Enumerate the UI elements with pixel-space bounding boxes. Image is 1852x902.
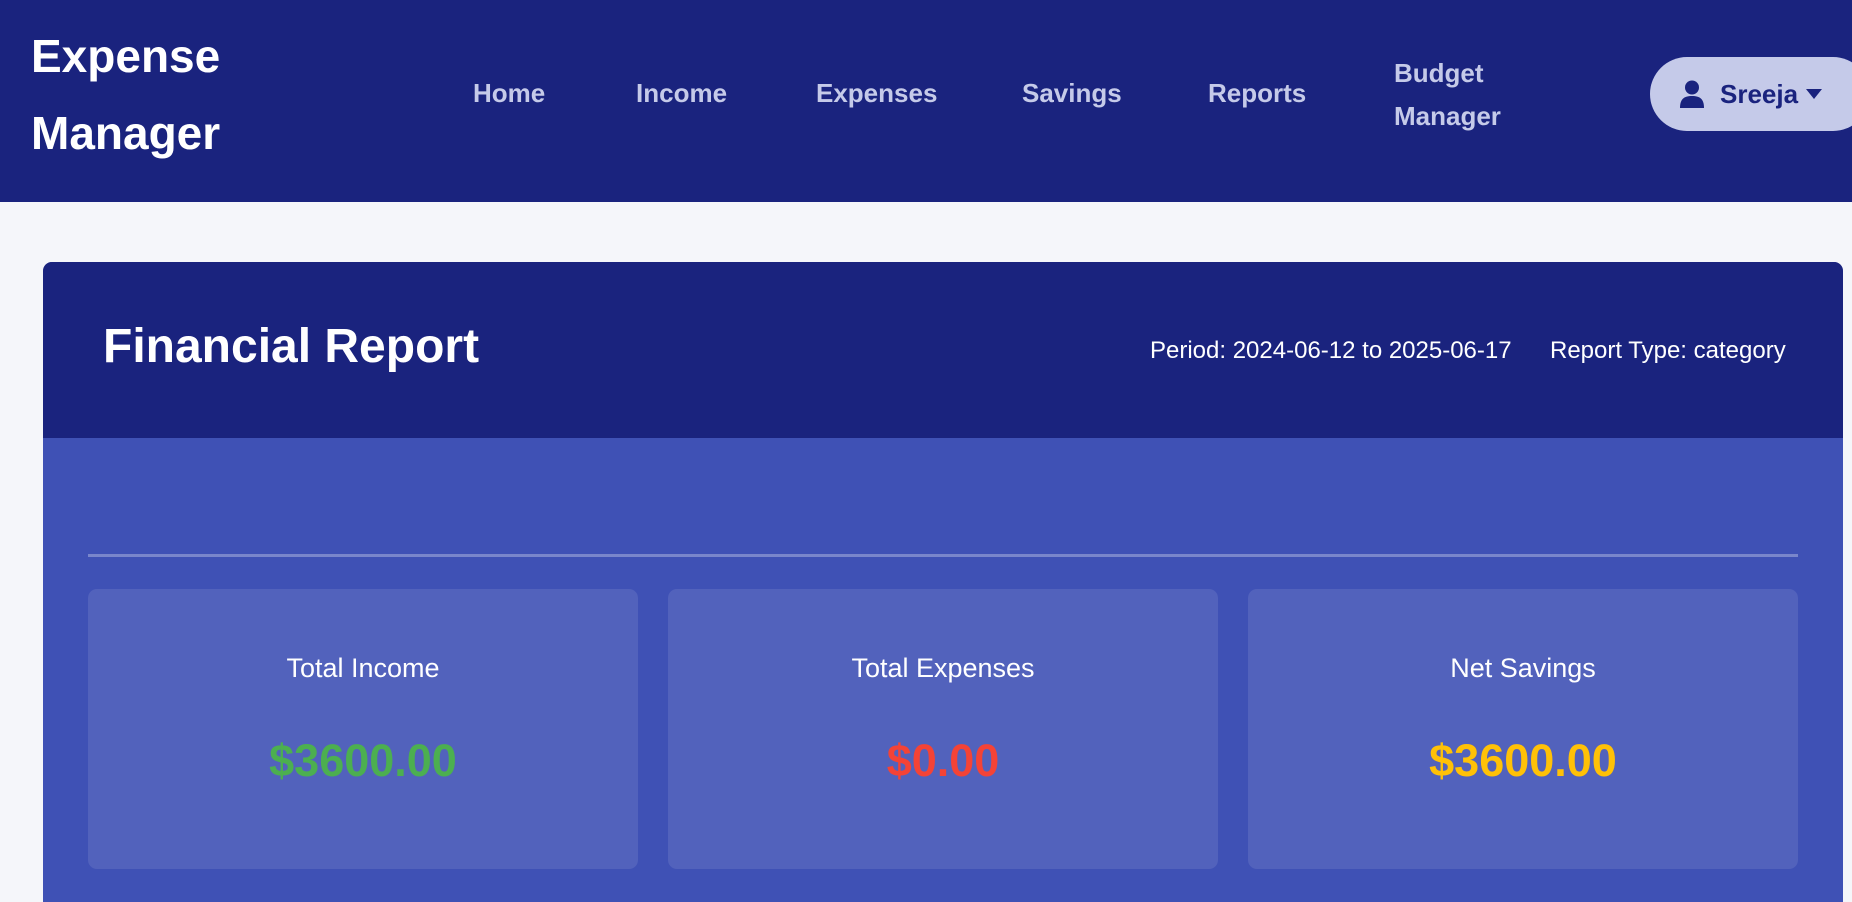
report-type: Report Type: category bbox=[1550, 337, 1786, 364]
nav-link-savings[interactable]: Savings bbox=[1022, 78, 1122, 109]
report-header: Financial Report Period: 2024-06-12 to 2… bbox=[43, 262, 1843, 438]
net-savings-value: $3600.00 bbox=[1429, 735, 1617, 786]
report-period: Period: 2024-06-12 to 2025-06-17 bbox=[1150, 337, 1512, 364]
total-income-value: $3600.00 bbox=[269, 735, 457, 786]
nav-link-income[interactable]: Income bbox=[636, 78, 727, 109]
user-icon bbox=[1680, 80, 1704, 108]
total-expenses-card: Total Expenses $0.00 bbox=[668, 589, 1218, 869]
nav-link-budget-manager[interactable]: Budget Manager bbox=[1394, 52, 1534, 138]
total-expenses-value: $0.00 bbox=[886, 735, 1000, 786]
total-income-card: Total Income $3600.00 bbox=[88, 589, 638, 869]
total-income-label: Total Income bbox=[286, 653, 440, 683]
brand-title[interactable]: Expense Manager bbox=[31, 18, 291, 172]
nav-link-home[interactable]: Home bbox=[473, 78, 545, 109]
divider bbox=[88, 554, 1798, 557]
user-menu-button[interactable]: Sreeja bbox=[1650, 57, 1852, 131]
user-name: Sreeja bbox=[1720, 78, 1799, 109]
nav-link-expenses[interactable]: Expenses bbox=[816, 78, 937, 109]
nav-link-reports[interactable]: Reports bbox=[1208, 78, 1306, 109]
total-expenses-label: Total Expenses bbox=[851, 653, 1035, 683]
net-savings-label: Net Savings bbox=[1450, 653, 1596, 683]
financial-report-card: Financial Report Period: 2024-06-12 to 2… bbox=[43, 262, 1843, 902]
net-savings-card: Net Savings $3600.00 bbox=[1248, 589, 1798, 869]
report-title: Financial Report bbox=[103, 320, 480, 373]
caret-down-icon bbox=[1806, 89, 1823, 99]
navbar: Expense Manager Home Income Expenses Sav… bbox=[0, 0, 1852, 202]
